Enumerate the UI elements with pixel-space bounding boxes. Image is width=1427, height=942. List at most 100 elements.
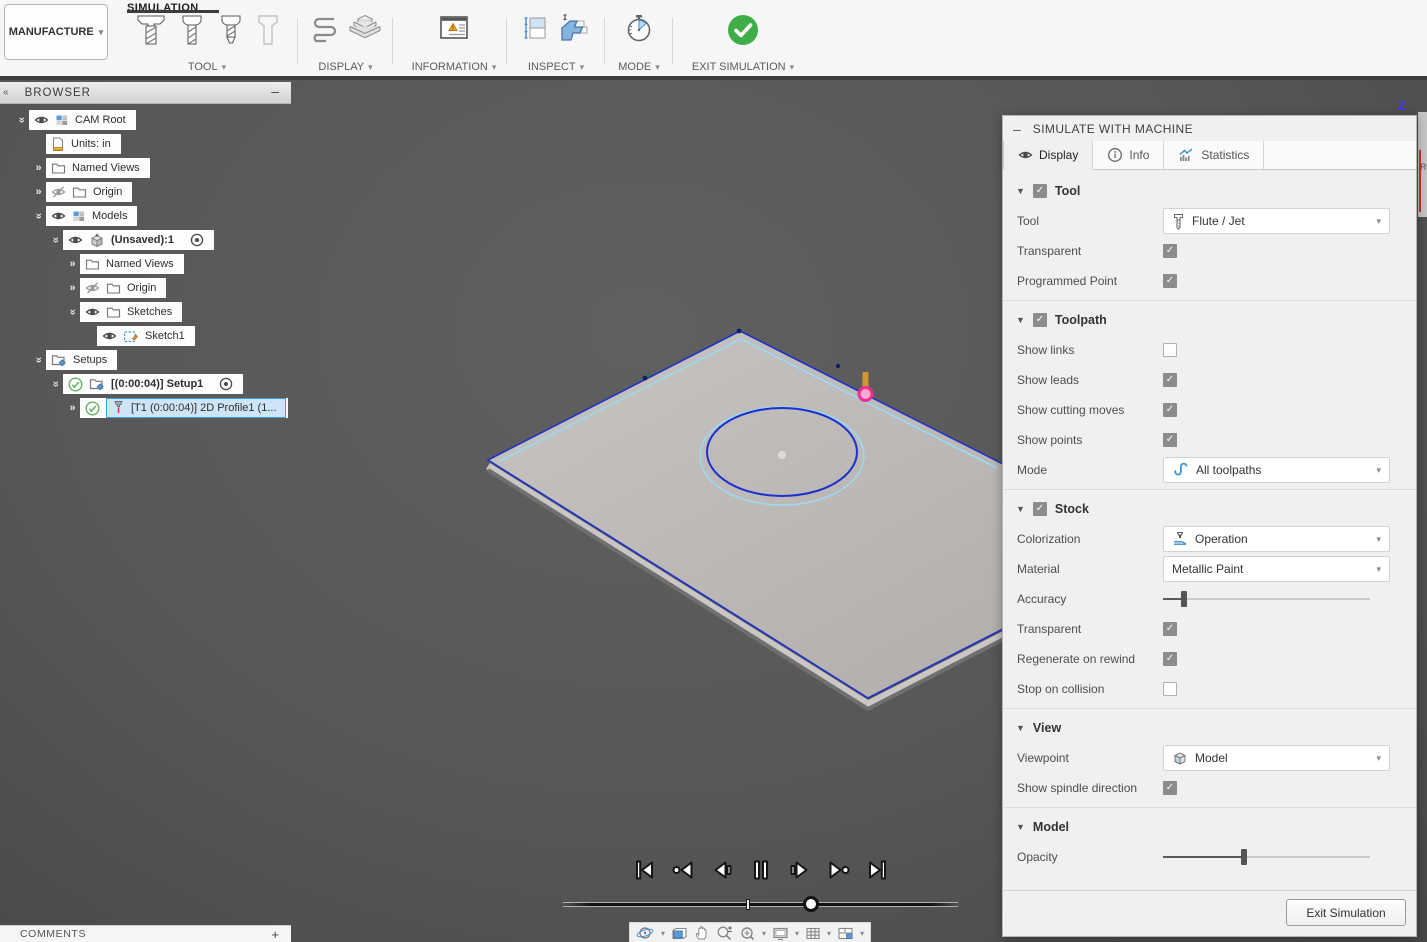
checkbox[interactable]: ✓ bbox=[1163, 781, 1177, 795]
step-backward-button[interactable] bbox=[709, 857, 735, 883]
eye-icon[interactable] bbox=[51, 209, 66, 223]
workspace-selector[interactable]: MANUFACTURE ▾ bbox=[4, 4, 108, 60]
tree-expand-icon[interactable]: » bbox=[67, 305, 79, 320]
eye-slash-icon[interactable] bbox=[51, 185, 66, 199]
tree-expand-icon[interactable]: » bbox=[50, 233, 62, 248]
grid-button[interactable] bbox=[803, 924, 823, 942]
tree-item-selected[interactable]: [T1 (0:00:04)] 2D Profile1 (1... bbox=[106, 398, 286, 418]
info-window-icon[interactable] bbox=[438, 13, 470, 43]
tool-position-marker[interactable] bbox=[859, 372, 872, 401]
checkbox[interactable]: ✓ bbox=[1163, 433, 1177, 447]
toolbar-group-label[interactable]: INSPECT▾ bbox=[528, 61, 584, 73]
eye-icon[interactable] bbox=[68, 233, 83, 247]
section-collapse-icon[interactable]: ▼ bbox=[1016, 504, 1025, 514]
viewcube[interactable]: Ro bbox=[1418, 112, 1427, 217]
tab-simulation[interactable]: SIMULATION bbox=[127, 0, 199, 16]
timeline-track[interactable] bbox=[563, 903, 958, 906]
tree-expand-icon[interactable]: » bbox=[33, 353, 45, 368]
tab-statistics[interactable]: Statistics bbox=[1164, 141, 1264, 169]
colorization-dropdown[interactable]: Operation▾ bbox=[1163, 526, 1390, 552]
tree-item[interactable]: Named Views bbox=[80, 254, 184, 274]
stock-pyramid-icon[interactable] bbox=[347, 13, 383, 47]
fit-button[interactable] bbox=[737, 924, 758, 942]
measure-icon[interactable] bbox=[521, 13, 553, 43]
toolbar-group-label[interactable]: DISPLAY▾ bbox=[318, 61, 372, 73]
tool-dropdown[interactable]: Flute / Jet▾ bbox=[1163, 208, 1390, 234]
checkbox[interactable]: ✓ bbox=[1033, 313, 1047, 327]
next-operation-button[interactable] bbox=[826, 857, 852, 883]
tree-item[interactable]: Sketch1 bbox=[97, 326, 195, 346]
display-settings-button[interactable] bbox=[770, 924, 791, 942]
material-dropdown[interactable]: Metallic Paint▾ bbox=[1163, 556, 1390, 582]
section-analysis-icon[interactable] bbox=[558, 13, 592, 43]
pause-button[interactable] bbox=[748, 857, 774, 883]
zoom-button[interactable] bbox=[714, 924, 735, 942]
checkbox[interactable]: ✓ bbox=[1033, 502, 1047, 516]
tree-expand-icon[interactable]: » bbox=[31, 186, 46, 198]
toolpath-serpentine-icon[interactable] bbox=[308, 13, 342, 47]
tool-ghost-icon[interactable] bbox=[253, 13, 283, 49]
tree-item[interactable]: Units: in bbox=[46, 134, 121, 154]
tree-expand-icon[interactable]: » bbox=[65, 402, 80, 414]
slider-handle[interactable] bbox=[1181, 591, 1187, 607]
tree-expand-icon[interactable]: » bbox=[65, 258, 80, 270]
pan-button[interactable] bbox=[692, 924, 712, 942]
tree-item[interactable]: [(0:00:04)] Setup1 bbox=[63, 374, 243, 394]
tool-1-icon[interactable] bbox=[132, 13, 170, 49]
viewpoint-dropdown[interactable]: Model▾ bbox=[1163, 745, 1390, 771]
exit-simulation-button[interactable]: Exit Simulation bbox=[1286, 899, 1406, 926]
accuracy-slider[interactable] bbox=[1163, 590, 1370, 608]
checkbox[interactable]: ✓ bbox=[1163, 373, 1177, 387]
minimize-icon[interactable]: – bbox=[271, 83, 279, 99]
tree-item[interactable]: Models bbox=[46, 206, 137, 226]
chevron-down-icon[interactable]: ▾ bbox=[659, 929, 667, 938]
step-forward-button[interactable] bbox=[787, 857, 813, 883]
toolbar-group-label[interactable]: MODE▾ bbox=[618, 61, 660, 73]
toolbar-group-label[interactable]: EXIT SIMULATION▾ bbox=[692, 61, 794, 73]
green-check-big-icon[interactable] bbox=[726, 13, 760, 47]
slider-track[interactable] bbox=[1163, 598, 1370, 600]
section-collapse-icon[interactable]: ▼ bbox=[1016, 723, 1025, 733]
section-collapse-icon[interactable]: ▼ bbox=[1016, 186, 1025, 196]
opacity-slider[interactable] bbox=[1163, 848, 1370, 866]
skip-start-button[interactable] bbox=[631, 857, 657, 883]
checkbox[interactable]: ✓ bbox=[1163, 622, 1177, 636]
tree-item[interactable]: [T1 (0:00:04)] 2D Profile1 (1... bbox=[80, 398, 288, 418]
radio-icon[interactable] bbox=[190, 233, 204, 247]
checkbox[interactable] bbox=[1163, 682, 1177, 696]
radio-icon[interactable] bbox=[219, 377, 233, 391]
chevron-down-icon[interactable]: ▾ bbox=[825, 929, 833, 938]
section-collapse-icon[interactable]: ▼ bbox=[1016, 822, 1025, 832]
tree-item[interactable]: Setups bbox=[46, 350, 117, 370]
checkbox[interactable]: ✓ bbox=[1163, 403, 1177, 417]
tree-item[interactable]: Named Views bbox=[46, 158, 150, 178]
toolbar-group-label[interactable]: TOOL▾ bbox=[188, 61, 226, 73]
toolbar-group-label[interactable]: INFORMATION▾ bbox=[412, 61, 497, 73]
timer-icon[interactable] bbox=[623, 13, 655, 45]
eye-icon[interactable] bbox=[85, 305, 100, 319]
timeline-handle[interactable] bbox=[803, 896, 819, 912]
previous-operation-button[interactable] bbox=[670, 857, 696, 883]
tab-display[interactable]: Display bbox=[1003, 141, 1093, 170]
tree-expand-icon[interactable]: » bbox=[65, 282, 80, 294]
tree-expand-icon[interactable]: » bbox=[16, 113, 28, 128]
orbit-button[interactable] bbox=[634, 924, 657, 942]
checkbox[interactable]: ✓ bbox=[1163, 652, 1177, 666]
tree-item[interactable]: CAM Root bbox=[29, 110, 136, 130]
tree-expand-icon[interactable]: » bbox=[50, 377, 62, 392]
skip-end-button[interactable] bbox=[865, 857, 891, 883]
tree-item[interactable]: (Unsaved):1 bbox=[63, 230, 214, 250]
checkbox[interactable]: ✓ bbox=[1033, 184, 1047, 198]
checkbox[interactable]: ✓ bbox=[1163, 244, 1177, 258]
tree-item[interactable]: Origin bbox=[80, 278, 166, 298]
chevron-down-icon[interactable]: ▾ bbox=[793, 929, 801, 938]
slider-handle[interactable] bbox=[1241, 849, 1247, 865]
chevron-down-icon[interactable]: ▾ bbox=[858, 929, 866, 938]
collapse-dialog-icon[interactable]: – bbox=[1013, 121, 1021, 137]
look-at-button[interactable] bbox=[669, 924, 690, 942]
tool-2-icon[interactable] bbox=[175, 13, 209, 49]
add-comment-icon[interactable]: + bbox=[271, 927, 279, 942]
mode-dropdown[interactable]: All toolpaths▾ bbox=[1163, 457, 1390, 483]
viewports-button[interactable] bbox=[835, 924, 856, 942]
tab-info[interactable]: Info bbox=[1093, 141, 1164, 169]
